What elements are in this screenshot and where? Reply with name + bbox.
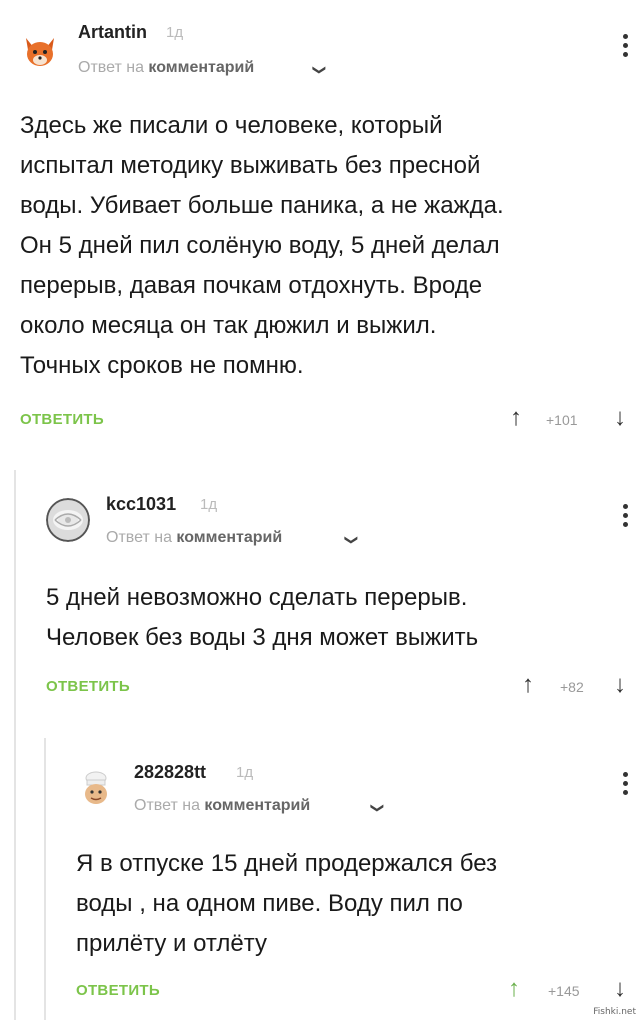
watermark: Fishki.net (593, 1007, 636, 1017)
username[interactable]: 282828tt (134, 762, 206, 783)
comment-text: Здесь же писали о человеке, который испы… (20, 112, 504, 379)
arrow-down-icon[interactable]: ↓ (614, 406, 626, 430)
comment: 282828tt 1д Ответ на комментарий ❯ Я в о… (0, 720, 640, 1020)
more-vertical-icon[interactable] (620, 772, 630, 795)
thread-line (14, 720, 16, 1020)
chevron-down-icon[interactable]: ❯ (369, 803, 385, 814)
reply-to-link[interactable]: комментарий (148, 59, 254, 76)
fox-avatar-icon (18, 28, 62, 72)
reply-to-label: Ответ на комментарий (134, 797, 310, 815)
thread-line (14, 470, 16, 720)
more-vertical-icon[interactable] (620, 34, 630, 57)
comment: Artantin 1д Ответ на комментарий ❯ Здесь… (0, 0, 640, 450)
reply-button[interactable]: ОТВЕТИТЬ (76, 982, 160, 999)
username[interactable]: Artantin (78, 22, 147, 43)
arrow-up-icon[interactable]: ↑ (508, 977, 520, 1001)
arrow-down-icon[interactable]: ↓ (614, 673, 626, 697)
avatar[interactable] (18, 28, 62, 72)
score: +145 (548, 983, 580, 999)
more-vertical-icon[interactable] (620, 504, 630, 527)
flower-avatar-icon (46, 498, 90, 542)
reply-to-prefix: Ответ на (106, 529, 172, 546)
comment: kcc1031 1д Ответ на комментарий ❯ 5 дней… (0, 470, 640, 720)
reply-button[interactable]: ОТВЕТИТЬ (46, 678, 130, 695)
arrow-up-icon[interactable]: ↑ (522, 673, 534, 697)
reply-to-link[interactable]: комментарий (204, 797, 310, 814)
chef-avatar-icon (74, 766, 118, 810)
avatar[interactable] (46, 498, 90, 542)
reply-to-label: Ответ на комментарий (106, 529, 282, 547)
reply-button[interactable]: ОТВЕТИТЬ (20, 411, 104, 428)
score: +101 (546, 412, 578, 428)
arrow-down-icon[interactable]: ↓ (614, 977, 626, 1001)
comment-time: 1д (200, 496, 218, 513)
score: +82 (560, 679, 584, 695)
reply-to-link[interactable]: комментарий (176, 529, 282, 546)
reply-to-label: Ответ на комментарий (78, 59, 254, 77)
arrow-up-icon[interactable]: ↑ (510, 406, 522, 430)
chevron-down-icon[interactable]: ❯ (311, 65, 327, 76)
comment-time: 1д (236, 764, 254, 781)
thread-line (44, 738, 46, 1020)
reply-to-prefix: Ответ на (78, 59, 144, 76)
chevron-down-icon[interactable]: ❯ (343, 535, 359, 546)
comment-text: 5 дней невозможно сделать перерыв. Челов… (46, 584, 479, 651)
avatar[interactable] (74, 766, 118, 810)
comment-text: Я в отпуске 15 дней продержался без воды… (76, 850, 498, 957)
username[interactable]: kcc1031 (106, 494, 176, 515)
comment-time: 1д (166, 24, 184, 41)
reply-to-prefix: Ответ на (134, 797, 200, 814)
